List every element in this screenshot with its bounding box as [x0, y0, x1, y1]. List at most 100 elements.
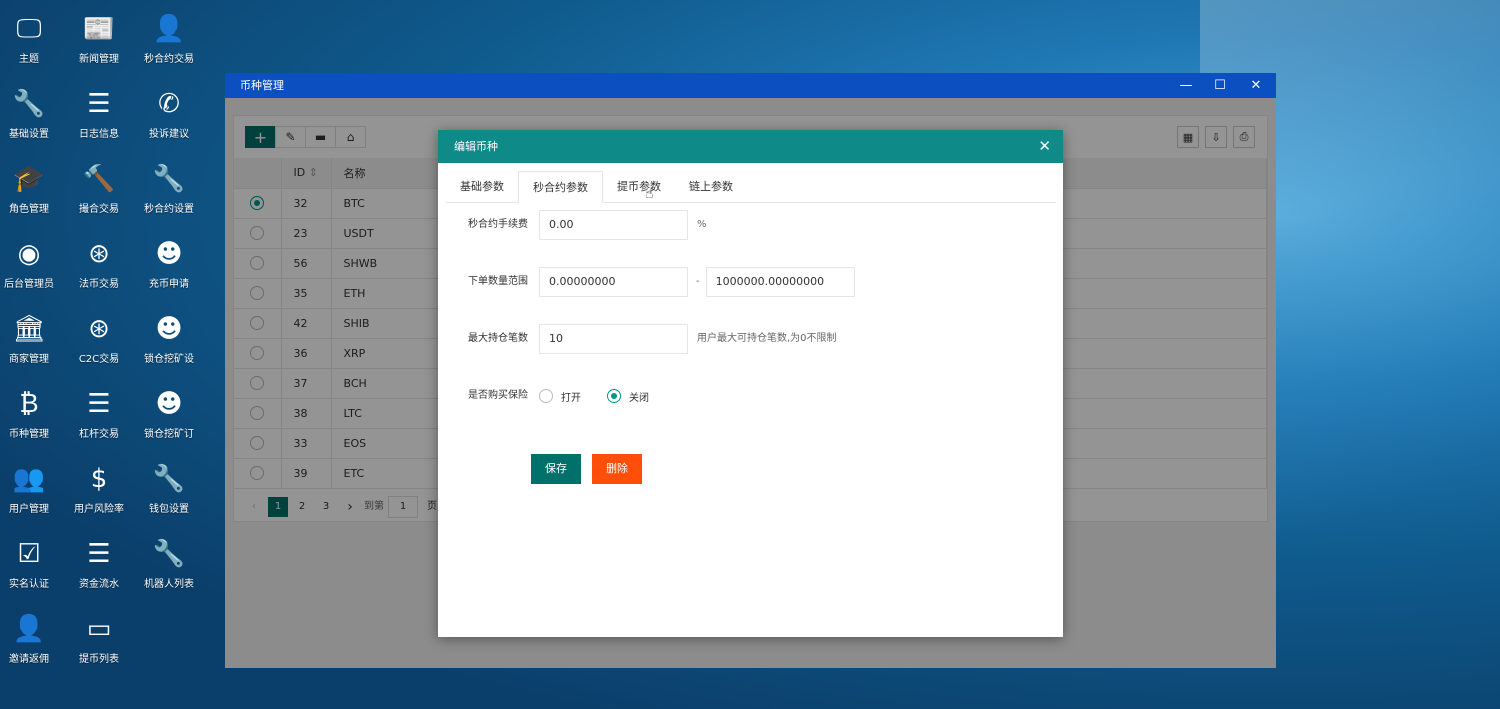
desktop-icon[interactable]: ☻ 锁仓挖矿设 — [134, 312, 204, 365]
user-circle-icon: ◉ — [17, 239, 41, 269]
desktop-icon[interactable]: ₿ 币种管理 — [0, 387, 64, 440]
reddit-icon: ☻ — [155, 389, 183, 419]
desktop-icon-label: 资金流水 — [79, 579, 119, 590]
desktop-icon[interactable]: 📰 新闻管理 — [64, 12, 134, 65]
desktop-icon-label: 撮合交易 — [79, 204, 119, 215]
window-title: 币种管理 — [240, 79, 284, 92]
desktop-icon-label: 秒合约交易 — [144, 54, 194, 65]
desktop-icon[interactable]: ☑ 实名认证 — [0, 537, 64, 590]
insurance-label: 是否购买保险 — [468, 390, 528, 401]
save-button[interactable]: 保存 — [531, 454, 581, 484]
window-titlebar[interactable]: 币种管理 — ☐ ✕ — [225, 73, 1276, 98]
desktop-icon-label: 机器人列表 — [144, 579, 194, 590]
desktop-icon[interactable]: 🔧 基础设置 — [0, 87, 64, 140]
edit-coin-dialog: 编辑币种 ✕ 基础参数 秒合约参数 提币参数 链上参数 秒合约手续费 0.00 … — [438, 130, 1063, 637]
fee-input[interactable]: 0.00 — [539, 210, 688, 240]
range-separator: - — [696, 276, 700, 287]
insurance-open-label[interactable]: 打开 — [561, 389, 581, 404]
desktop-icon[interactable]: ▭ 提币列表 — [64, 612, 134, 665]
hand-cursor-icon: ☝ — [645, 186, 654, 202]
desktop-icon-label: 基础设置 — [9, 129, 49, 140]
bank-icon: 🏛 — [12, 314, 46, 344]
desktop-icon[interactable]: 🏛 商家管理 — [0, 312, 64, 365]
desktop-icon-label: 用户风险率 — [74, 504, 124, 515]
wrench-icon: 🔧 — [152, 539, 186, 569]
check-square-icon: ☑ — [17, 539, 41, 569]
reddit-icon: ☻ — [155, 239, 183, 269]
tab-basic[interactable]: 基础参数 — [446, 171, 518, 202]
desktop-icon-label: 新闻管理 — [79, 54, 119, 65]
desktop-icon-label: 后台管理员 — [4, 279, 54, 290]
desktop-icon[interactable]: 🔧 秒合约设置 — [134, 162, 204, 215]
desktop-icon[interactable]: 🔨 撮合交易 — [64, 162, 134, 215]
desktop-icon-label: 秒合约设置 — [144, 204, 194, 215]
reddit-icon: ☻ — [155, 314, 183, 344]
gavel-icon: 🔨 — [82, 164, 116, 194]
desktop-icon[interactable]: ☰ 杠杆交易 — [64, 387, 134, 440]
desktop-icon-label: 杠杆交易 — [79, 429, 119, 440]
minimize-button[interactable]: — — [1168, 73, 1204, 98]
desktop-icon-label: 充币申请 — [149, 279, 189, 290]
user-plus-icon: 👤 — [152, 14, 186, 44]
desktop-icon[interactable]: ⊛ 法币交易 — [64, 237, 134, 290]
dialog-tabs: 基础参数 秒合约参数 提币参数 链上参数 — [446, 171, 1056, 203]
desktop-icon[interactable]: ☻ 充币申请 — [134, 237, 204, 290]
desktop-icon[interactable]: 👤 邀请返佣 — [0, 612, 64, 665]
list-icon: ☰ — [87, 89, 111, 119]
insurance-row: 是否购买保险 打开 关闭 — [438, 381, 649, 411]
desktop-icon-label: 锁仓挖矿设 — [144, 354, 194, 365]
fee-label: 秒合约手续费 — [468, 219, 528, 230]
desktop-icon-label: 币种管理 — [9, 429, 49, 440]
desktop-icon-label: 锁仓挖矿订 — [144, 429, 194, 440]
max-position-label: 最大持仓笔数 — [468, 333, 528, 344]
desktop-icon-label: 邀请返佣 — [9, 654, 49, 665]
range-min-input[interactable]: 0.00000000 — [539, 267, 688, 297]
close-dialog-button[interactable]: ✕ — [1038, 130, 1051, 163]
range-label: 下单数量范围 — [468, 276, 528, 287]
max-position-row: 最大持仓笔数 10 用户最大可持仓笔数,为0不限制 — [438, 324, 837, 354]
range-max-input[interactable]: 1000000.00000000 — [705, 267, 855, 297]
max-position-input[interactable]: 10 — [539, 324, 688, 354]
tab-chain[interactable]: 链上参数 — [675, 171, 747, 202]
desktop-icon[interactable]: ✆ 投诉建议 — [134, 87, 204, 140]
desktop-icon[interactable]: ⊛ C2C交易 — [64, 312, 134, 365]
insurance-close-radio[interactable] — [607, 389, 621, 403]
user-plus-icon: 👤 — [12, 614, 46, 644]
insurance-close-label[interactable]: 关闭 — [629, 389, 649, 404]
desktop-icon[interactable]: ◉ 后台管理员 — [0, 237, 64, 290]
wrench-icon: 🔧 — [152, 464, 186, 494]
insurance-open-radio[interactable] — [539, 389, 553, 403]
tab-withdraw[interactable]: 提币参数 — [603, 171, 675, 202]
desktop-icon[interactable]: 👤 秒合约交易 — [134, 12, 204, 65]
desktop-icon-label: 主题 — [19, 54, 39, 65]
desktop-icon-label: 实名认证 — [9, 579, 49, 590]
desktop-icon-label: 钱包设置 — [149, 504, 189, 515]
desktop-icon[interactable]: 🔧 钱包设置 — [134, 462, 204, 515]
phone-icon: ✆ — [158, 89, 180, 119]
desktop-icon[interactable]: $ 用户风险率 — [64, 462, 134, 515]
desktop-icon-label: 投诉建议 — [149, 129, 189, 140]
range-row: 下单数量范围 0.00000000 - 1000000.00000000 — [438, 267, 855, 297]
tab-contract[interactable]: 秒合约参数 — [518, 171, 603, 203]
desktop-icon-label: 提币列表 — [79, 654, 119, 665]
fee-suffix: % — [697, 219, 707, 230]
desktop-icon[interactable]: 🔧 机器人列表 — [134, 537, 204, 590]
users-icon: 👥 — [12, 464, 46, 494]
desktop-icon[interactable]: 🎓 角色管理 — [0, 162, 64, 215]
maximize-button[interactable]: ☐ — [1202, 73, 1238, 98]
desktop-icon[interactable]: 👥 用户管理 — [0, 462, 64, 515]
delete-button[interactable]: 删除 — [592, 454, 642, 484]
wrench-icon: 🔧 — [152, 164, 186, 194]
monitor-icon: 🖵 — [16, 14, 42, 44]
dialog-header: 编辑币种 ✕ — [438, 130, 1063, 163]
desktop-icon-label: C2C交易 — [78, 354, 120, 365]
close-window-button[interactable]: ✕ — [1238, 73, 1274, 98]
credit-card-icon: ▭ — [86, 614, 112, 644]
desktop-icon-label: 法币交易 — [79, 279, 119, 290]
desktop-icon[interactable]: ☰ 资金流水 — [64, 537, 134, 590]
dialog-title: 编辑币种 — [454, 140, 498, 153]
desktop-icon[interactable]: ☻ 锁仓挖矿订 — [134, 387, 204, 440]
desktop-icon[interactable]: ☰ 日志信息 — [64, 87, 134, 140]
newspaper-icon: 📰 — [82, 14, 116, 44]
desktop-icon[interactable]: 🖵 主题 — [0, 12, 64, 65]
